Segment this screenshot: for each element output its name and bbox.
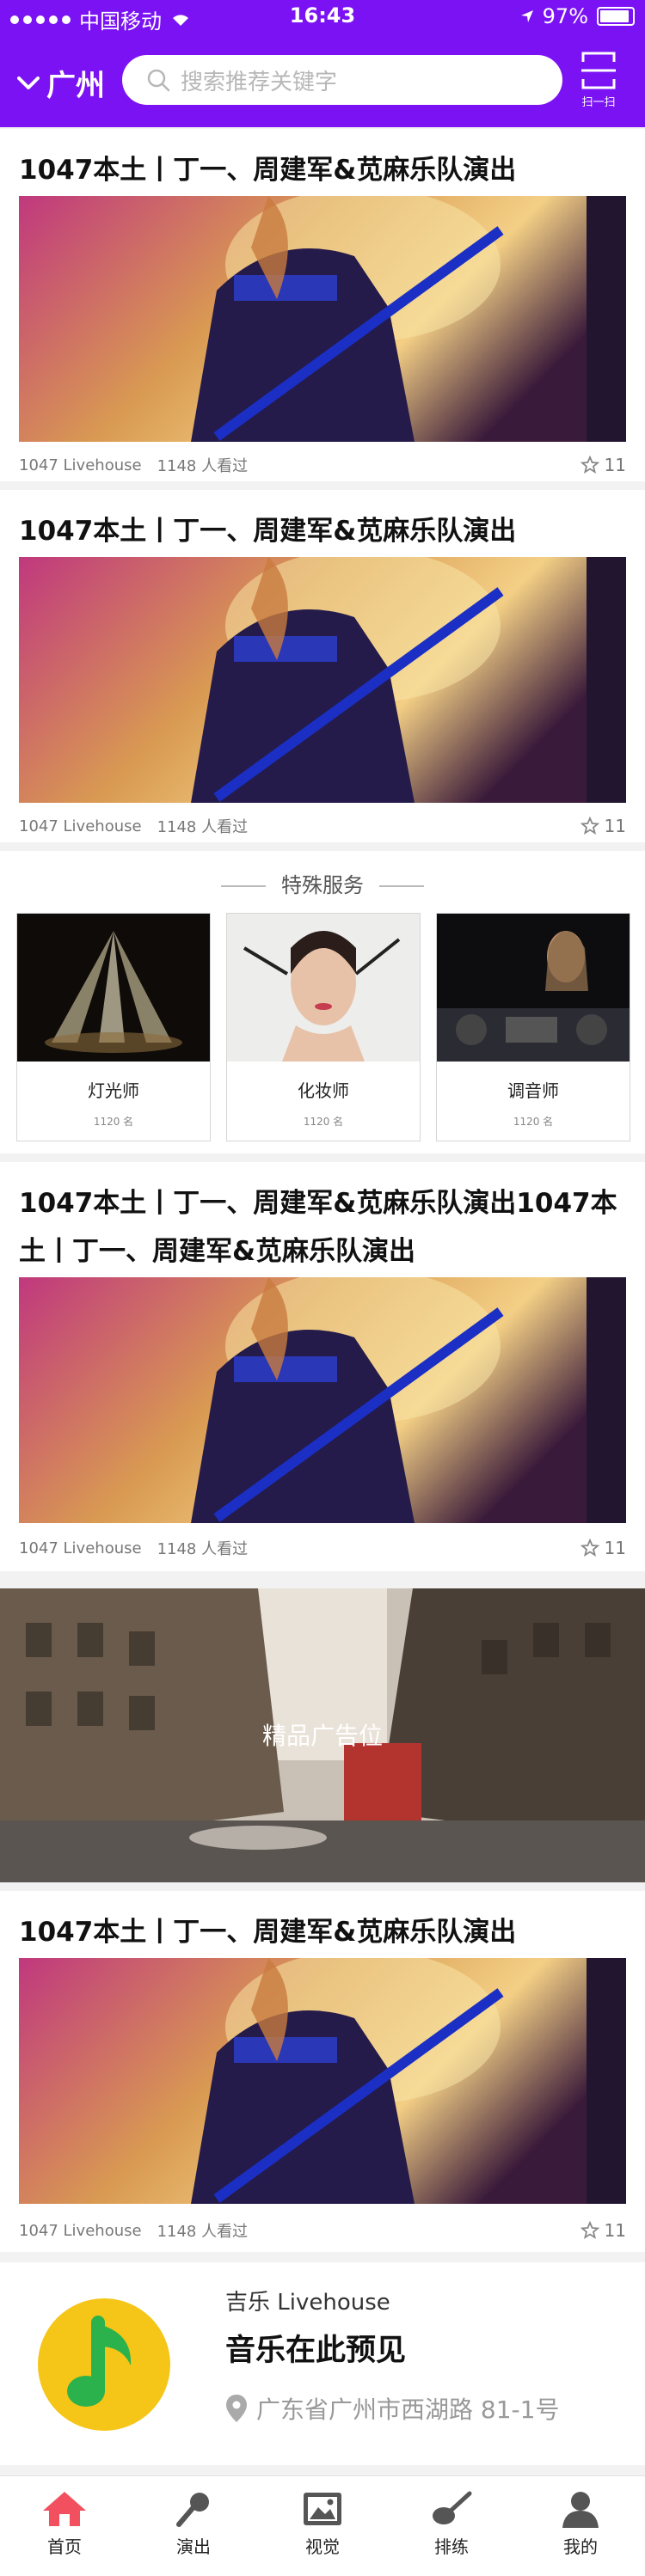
- tab-label: 演出: [176, 2536, 211, 2557]
- tab-shows[interactable]: 演出: [129, 2476, 258, 2576]
- city-label: 广州: [46, 69, 105, 103]
- section-title: 特殊服务: [0, 868, 645, 898]
- battery-percent: 97%: [542, 4, 588, 28]
- guitar-icon: [433, 2491, 472, 2524]
- location-arrow-icon: [520, 10, 533, 22]
- service-name: 灯光师: [88, 1080, 139, 1101]
- venue-card[interactable]: 吉乐 Livehouse 音乐在此预见 广东省广州市西湖路 81-1号: [0, 2262, 645, 2465]
- tab-label: 首页: [47, 2536, 82, 2557]
- event-card[interactable]: 1047本土丨丁一、周建军&苋麻乐队演出 1047 Livehouse 1148…: [0, 490, 645, 842]
- event-title: 1047本土丨丁一、周建军&苋麻乐队演出: [19, 1917, 517, 1948]
- event-viewers: 1148 人看过: [157, 457, 249, 475]
- service-photo: [437, 914, 630, 1062]
- event-card[interactable]: 1047本土丨丁一、周建军&苋麻乐队演出 1047 Livehouse 1148…: [0, 129, 645, 481]
- ad-banner[interactable]: 精品广告位: [0, 1588, 645, 1882]
- event-meta: 1047 Livehouse 1148 人看过 11: [19, 815, 626, 837]
- scan-label: 扫一扫: [581, 96, 616, 109]
- chevron-down-icon: [17, 76, 40, 89]
- favorite-button[interactable]: 11: [580, 455, 626, 475]
- service-count: 1120 名: [93, 1116, 134, 1128]
- venue-logo: [38, 2298, 170, 2431]
- scan-icon: [581, 52, 616, 89]
- event-venue: 1047 Livehouse: [19, 817, 142, 835]
- bottom-tab-bar: 首页 演出 视觉 排练 我的: [0, 2475, 645, 2576]
- event-viewers: 1148 人看过: [157, 818, 249, 836]
- favorite-button[interactable]: 11: [580, 1538, 626, 1558]
- venue-address: 广东省广州市西湖路 81-1号: [225, 2391, 559, 2426]
- user-icon: [562, 2492, 599, 2528]
- title-divider-left: [221, 885, 266, 887]
- search-input[interactable]: 搜索推荐关键字: [122, 55, 562, 105]
- tab-label: 我的: [563, 2536, 598, 2557]
- tab-label: 排练: [434, 2536, 469, 2557]
- service-count: 1120 名: [513, 1116, 554, 1128]
- search-icon: [147, 69, 170, 92]
- event-card[interactable]: 1047本土丨丁一、周建军&苋麻乐队演出1047本土丨丁一、周建军&苋麻乐队演出…: [0, 1162, 645, 1571]
- service-name: 化妆师: [298, 1080, 349, 1101]
- tab-label: 视觉: [305, 2536, 340, 2557]
- banner-text: 精品广告位: [261, 1722, 383, 1750]
- event-title: 1047本土丨丁一、周建军&苋麻乐队演出: [19, 516, 517, 547]
- event-photo: [19, 557, 626, 803]
- star-icon: [580, 2221, 599, 2239]
- section-title-text: 特殊服务: [281, 873, 364, 897]
- favorite-button[interactable]: 11: [580, 2220, 626, 2241]
- event-venue: 1047 Livehouse: [19, 1539, 142, 1557]
- special-services-section: 特殊服务 灯光师 1120 名 化妆师 1120 名 调音师 1120 名: [0, 851, 645, 1153]
- event-venue: 1047 Livehouse: [19, 2221, 142, 2240]
- favorite-count: 11: [604, 455, 626, 475]
- tab-profile[interactable]: 我的: [516, 2476, 645, 2576]
- venue-name: 吉乐 Livehouse: [225, 2290, 390, 2316]
- event-card[interactable]: 1047本土丨丁一、周建军&苋麻乐队演出 1047 Livehouse 1148…: [0, 1891, 645, 2252]
- tab-visual[interactable]: 视觉: [258, 2476, 387, 2576]
- status-right: 97%: [520, 4, 635, 28]
- event-meta: 1047 Livehouse 1148 人看过 11: [19, 1537, 626, 1559]
- scan-button[interactable]: 扫一扫: [573, 52, 624, 110]
- star-icon: [580, 1539, 599, 1557]
- tab-rehearsal[interactable]: 排练: [387, 2476, 516, 2576]
- event-photo: [19, 1958, 626, 2204]
- service-name: 调音师: [507, 1080, 559, 1101]
- city-selector[interactable]: 广州: [17, 62, 105, 104]
- search-placeholder: 搜索推荐关键字: [181, 69, 338, 95]
- tab-home[interactable]: 首页: [0, 2476, 129, 2576]
- star-icon: [580, 456, 599, 474]
- venue-slogan: 音乐在此预见: [225, 2334, 407, 2368]
- event-title: 1047本土丨丁一、周建军&苋麻乐队演出: [19, 155, 517, 186]
- favorite-count: 11: [604, 2220, 626, 2241]
- service-card-makeup[interactable]: 化妆师 1120 名: [226, 913, 421, 1141]
- image-icon: [304, 2493, 341, 2525]
- venue-address-text: 广东省广州市西湖路 81-1号: [256, 2395, 560, 2424]
- battery-icon: [597, 7, 635, 26]
- microphone-icon: [176, 2493, 209, 2527]
- favorite-button[interactable]: 11: [580, 816, 626, 836]
- event-viewers: 1148 人看过: [157, 1540, 249, 1558]
- location-pin-icon: [226, 2395, 247, 2422]
- service-card-lighting[interactable]: 灯光师 1120 名: [16, 913, 211, 1141]
- service-photo: [17, 914, 210, 1062]
- event-viewers: 1148 人看过: [157, 2223, 249, 2241]
- service-photo: [227, 914, 420, 1062]
- event-meta: 1047 Livehouse 1148 人看过 11: [19, 2219, 626, 2242]
- home-icon: [43, 2492, 86, 2526]
- event-venue: 1047 Livehouse: [19, 456, 142, 474]
- status-bar: 中国移动 16:43 97%: [0, 0, 645, 34]
- event-photo: [19, 1277, 626, 1523]
- event-title: 1047本土丨丁一、周建军&苋麻乐队演出1047本土丨丁一、周建军&苋麻乐队演出: [19, 1188, 617, 1267]
- event-meta: 1047 Livehouse 1148 人看过 11: [19, 454, 626, 476]
- favorite-count: 11: [604, 1538, 626, 1558]
- top-bar: 广州 搜索推荐关键字 扫一扫: [0, 34, 645, 127]
- star-icon: [580, 817, 599, 835]
- title-divider-right: [379, 885, 424, 887]
- service-card-sound[interactable]: 调音师 1120 名: [436, 913, 630, 1141]
- service-count: 1120 名: [303, 1116, 344, 1128]
- event-photo: [19, 196, 626, 442]
- favorite-count: 11: [604, 816, 626, 836]
